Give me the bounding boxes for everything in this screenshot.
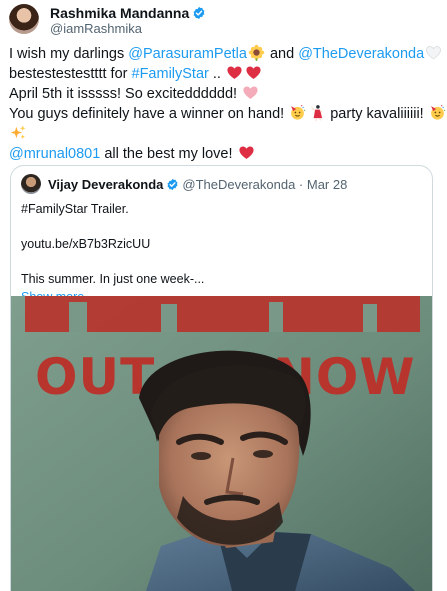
- quote-verified-badge-icon: [167, 178, 178, 190]
- author-handle[interactable]: @iamRashmika: [50, 21, 206, 37]
- author-display-name[interactable]: Rashmika Mandanna: [50, 5, 189, 21]
- tweet-text-segment: ..: [208, 66, 225, 82]
- tweet-text-segment: I wish my darlings: [9, 46, 129, 62]
- sparkles-icon: [10, 124, 27, 141]
- quote-line-3: This summer. In just one week-...: [21, 272, 205, 286]
- quote-link[interactable]: youtu.be/xB7b3RzicUU: [21, 235, 421, 253]
- dancing-woman-icon: [308, 104, 325, 122]
- partying-face-icon: [289, 104, 306, 121]
- quote-author-meta: @TheDeverakonda · Mar 28: [182, 176, 348, 192]
- mention-link[interactable]: @ParasuramPetla: [128, 46, 247, 62]
- red-heart-icon: [238, 144, 255, 161]
- tweet-text: I wish my darlings @ParasuramPetla and @…: [9, 44, 446, 164]
- tweet-author: Rashmika Mandanna @iamRashmika: [9, 4, 206, 37]
- red-heart-icon: [245, 64, 262, 81]
- verified-badge-icon: [193, 6, 205, 20]
- quote-author-name[interactable]: Vijay Deverakonda: [48, 177, 163, 192]
- tweet-text-segment: bestestestestttt for: [9, 66, 132, 82]
- red-heart-icon: [226, 64, 243, 81]
- svg-text:OUT: OUT: [35, 348, 155, 406]
- sunflower-icon: [248, 44, 265, 61]
- quote-tweet-card[interactable]: Vijay Deverakonda @TheDeverakonda · Mar …: [10, 165, 433, 591]
- tweet-text-segment: You guys definitely have a winner on han…: [9, 106, 289, 122]
- quote-line-gap: [21, 218, 421, 235]
- mention-link[interactable]: @TheDeverakonda: [298, 46, 424, 62]
- quote-text: #FamilyStar Trailer. youtu.be/xB7b3RzicU…: [21, 200, 421, 306]
- tweet-line: bestestestestttt for #FamilyStar ..: [9, 64, 443, 84]
- tweet-line: I wish my darlings @ParasuramPetla and @…: [9, 44, 443, 64]
- pink-heart-icon: [242, 84, 259, 101]
- tweet-line: [9, 124, 443, 144]
- author-avatar[interactable]: [9, 4, 39, 34]
- quote-media-poster[interactable]: OUT NOW: [11, 296, 432, 591]
- tweet-line: April 5th it isssss! So excitedddddd!: [9, 84, 443, 104]
- tweet-text-segment: the: [443, 46, 447, 62]
- tweet-line: @mrunal0801 all the best my love!: [9, 144, 443, 164]
- hashtag-link[interactable]: #FamilyStar: [132, 66, 209, 82]
- white-heart-icon: [425, 44, 442, 61]
- author-text: Rashmika Mandanna @iamRashmika: [50, 5, 206, 37]
- partying-face-icon: [429, 104, 446, 121]
- tweet-text-segment: and: [265, 46, 299, 62]
- quote-header: Vijay Deverakonda @TheDeverakonda · Mar …: [21, 174, 347, 194]
- tweet-text-segment: party kavaliiiiii!: [326, 106, 428, 122]
- quote-author-avatar[interactable]: [21, 174, 41, 194]
- quote-line-1: #FamilyStar Trailer.: [21, 202, 129, 216]
- tweet-line: You guys definitely have a winner on han…: [9, 104, 446, 124]
- tweet-text-segment: April 5th it isssss! So excitedddddd!: [9, 86, 242, 102]
- quote-line-gap: [21, 253, 421, 270]
- trailer-poster-image: OUT NOW: [11, 296, 432, 591]
- mention-link[interactable]: @mrunal0801: [9, 146, 100, 162]
- tweet-view: Rashmika Mandanna @iamRashmika I wish my…: [0, 0, 447, 591]
- author-name-row: Rashmika Mandanna: [50, 5, 206, 21]
- tweet-text-segment: all the best my love!: [100, 146, 237, 162]
